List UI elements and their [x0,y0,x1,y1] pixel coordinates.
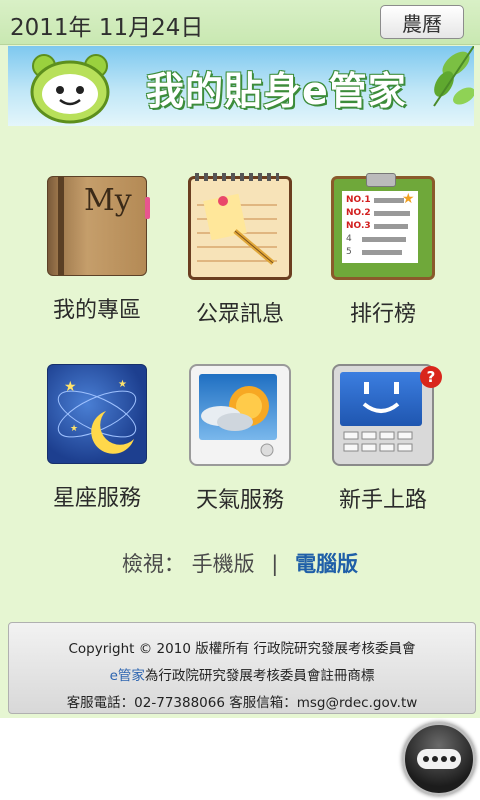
help-badge-icon: ? [420,366,442,388]
alarm-clock-mascot-icon [30,54,110,124]
more-dots-icon [417,749,461,769]
view-switch-separator: | [271,552,279,576]
view-switch-bar: 檢視： 手機版 | 電腦版 [0,548,480,578]
horoscope-moon-icon: ★ ★ ★ [47,364,147,464]
mobile-version-link[interactable]: 手機版 [192,552,255,576]
menu-item-ranking[interactable]: NO.1 NO.2 NO.3 4 5 ★ 排行榜 [313,173,453,328]
copyright-footer: Copyright © 2010 版權所有 行政院研究發展考核委員會 e管家為行… [8,622,476,714]
menu-item-my-zone[interactable]: My 我的專區 [27,176,167,324]
copyright-line: Copyright © 2010 版權所有 行政院研究發展考核委員會 [68,641,416,657]
trademark-line: e管家為行政院研究發展考核委員會註冊商標 [9,664,475,684]
svg-text:★: ★ [70,424,78,434]
weather-sun-cloud-icon [189,364,291,466]
menu-label-ranking: 排行榜 [349,302,416,327]
svg-text:★: ★ [64,379,77,395]
pc-version-link[interactable]: 電腦版 [295,552,358,576]
menu-label-public-notice: 公眾訊息 [195,302,284,327]
menu-label-beginner-guide: 新手上路 [338,488,427,513]
view-switch-prefix: 檢視： [121,552,185,576]
menu-item-horoscope[interactable]: ★ ★ ★ 星座服務 [27,364,167,512]
leaves-decoration [433,46,474,107]
menu-item-weather[interactable]: 天氣服務 [170,364,310,514]
date-display: 2011年 11月24日 [10,15,204,41]
trademark-text: 為行政院研究發展考核委員會註冊商標 [144,668,375,684]
lunar-calendar-button[interactable]: 農曆 [380,5,464,39]
top-bar: 2011年 11月24日 農曆 [0,0,480,45]
app-page: 2011年 11月24日 農曆 我的貼身e管家 My 我的專區 公眾訊息 NO.… [0,0,480,718]
menu-item-beginner-guide[interactable]: ? 新手上路 [313,364,453,514]
public-notice-notepad-icon [188,173,292,280]
app-banner: 我的貼身e管家 [8,46,474,126]
banner-title: 我的貼身e管家 [146,69,407,113]
menu-item-public-notice[interactable]: 公眾訊息 [170,173,310,328]
my-zone-book-icon: My [47,176,150,276]
brand-name: e管家 [109,668,145,684]
menu-button[interactable] [402,722,476,796]
beginner-guide-phone-icon: ? [332,364,442,466]
menu-label-weather: 天氣服務 [195,488,284,513]
contact-line: 客服電話：02-77388066 客服信箱：msg@rdec.gov.tw [66,695,418,711]
ranking-clipboard-icon: NO.1 NO.2 NO.3 4 5 ★ [331,173,435,280]
svg-text:★: ★ [118,379,127,390]
menu-label-my-zone: 我的專區 [52,298,141,323]
menu-label-horoscope: 星座服務 [52,486,141,511]
